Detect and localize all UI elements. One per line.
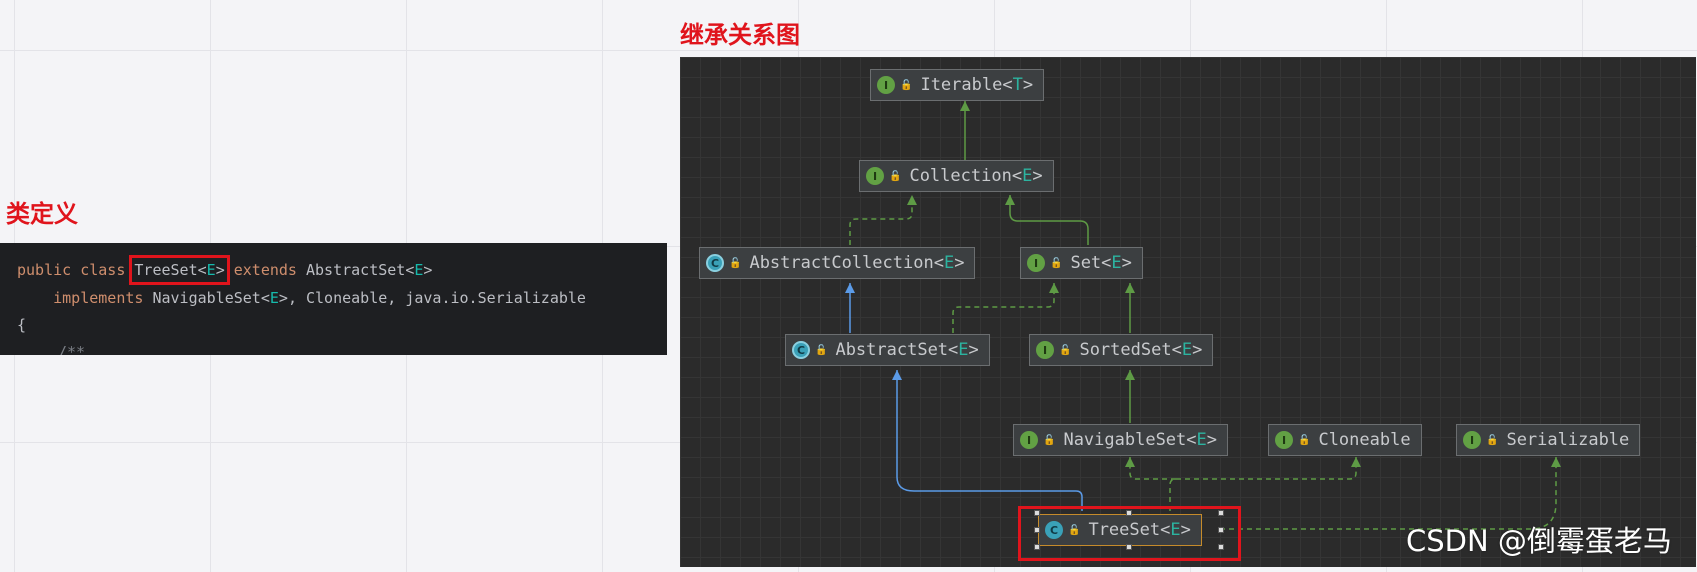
- generic-open: <: [197, 261, 207, 279]
- hierarchy-diagram: I 🔓 Iterable < T > I 🔓 Collection < E > C 🔓 Ab…: [680, 57, 1696, 567]
- edge-set-collection: [1005, 195, 1089, 245]
- node-name: Cloneable: [1318, 430, 1411, 450]
- node-cloneable[interactable]: I 🔓 Cloneable: [1268, 424, 1422, 456]
- superclass-name: AbstractSet: [306, 261, 406, 279]
- interface-icon: I: [877, 76, 895, 94]
- node-abstract-collection[interactable]: C 🔓 AbstractCollection < E >: [699, 247, 976, 279]
- edge-treeset-navigableset: [1125, 457, 1176, 480]
- code-line-3: {: [17, 316, 27, 334]
- access-lock-icon: 🔓: [1050, 257, 1063, 269]
- inheritance-diagram-heading: 继承关系图: [680, 21, 800, 49]
- implements-rest: , Cloneable, java.io.Serializable: [287, 289, 586, 307]
- navigableset-type-param: E: [269, 289, 279, 307]
- generic-close: >: [215, 261, 225, 279]
- class-name: TreeSet: [134, 261, 198, 279]
- interface-icon: I: [1036, 341, 1054, 359]
- edge-abstractcollection-collection: [849, 195, 917, 245]
- node-sorted-set[interactable]: I 🔓 SortedSet < E >: [1029, 334, 1214, 366]
- treeset-highlight: TreeSet<E>: [129, 255, 230, 285]
- csdn-watermark: CSDN @倒霉蛋老马: [1406, 524, 1672, 558]
- node-type-param: E: [1181, 340, 1193, 360]
- code-line-1: public class TreeSet<E> extends Abstract…: [17, 255, 433, 285]
- node-iterable[interactable]: I 🔓 Iterable < T >: [870, 69, 1045, 101]
- node-name: Set: [1070, 253, 1102, 273]
- node-name: Iterable: [920, 75, 1003, 95]
- interface-icon: I: [1027, 254, 1045, 272]
- superclass-type-param: E: [414, 261, 424, 279]
- node-navigable-set[interactable]: I 🔓 NavigableSet < E >: [1013, 424, 1229, 456]
- access-lock-icon: 🔓: [1486, 434, 1499, 446]
- node-name: Serializable: [1506, 430, 1630, 450]
- node-type-param: E: [943, 253, 955, 273]
- access-lock-icon: 🔓: [815, 344, 828, 356]
- node-collection[interactable]: I 🔓 Collection < E >: [859, 160, 1054, 192]
- node-type-param: E: [1022, 166, 1033, 186]
- abstract-class-icon: C: [792, 341, 810, 359]
- abstract-class-icon: C: [706, 254, 724, 272]
- class-definition-heading: 类定义: [6, 200, 78, 228]
- treeset-annotation-box: [1018, 506, 1241, 561]
- navigableset-ref: NavigableSet: [152, 289, 261, 307]
- edge-abstractset-set: [952, 283, 1059, 333]
- node-serializable[interactable]: I 🔓 Serializable: [1456, 424, 1641, 456]
- access-lock-icon: 🔓: [1043, 434, 1056, 446]
- node-name: SortedSet: [1079, 340, 1172, 360]
- keyword-extends: extends: [233, 261, 297, 279]
- access-lock-icon: 🔓: [729, 257, 742, 269]
- keyword-public: public: [17, 261, 72, 279]
- interface-icon: I: [1275, 431, 1293, 449]
- access-lock-icon: 🔓: [889, 170, 902, 182]
- node-name: Collection: [909, 166, 1012, 186]
- code-line-2: implements NavigableSet<E>, Cloneable, j…: [53, 289, 586, 307]
- access-lock-icon: 🔓: [1059, 344, 1072, 356]
- edge-treeset-cloneable: [1176, 457, 1361, 480]
- code-line-4: /**: [58, 343, 86, 355]
- keyword-class: class: [80, 261, 126, 279]
- node-set[interactable]: I 🔓 Set < E >: [1020, 247, 1143, 279]
- code-panel: public class TreeSet<E> extends Abstract…: [0, 243, 667, 355]
- node-abstract-set[interactable]: C 🔓 AbstractSet < E >: [785, 334, 990, 366]
- interface-icon: I: [1020, 431, 1038, 449]
- interface-icon: I: [1463, 431, 1481, 449]
- access-lock-icon: 🔓: [900, 79, 913, 91]
- node-type-param: T: [1012, 75, 1023, 95]
- node-name: NavigableSet: [1063, 430, 1187, 450]
- type-param: E: [206, 261, 216, 279]
- keyword-implements: implements: [53, 289, 144, 307]
- diagram-edges: [845, 101, 1561, 530]
- access-lock-icon: 🔓: [1298, 434, 1311, 446]
- node-type-param: E: [1111, 253, 1122, 273]
- node-name: AbstractCollection: [749, 253, 934, 273]
- node-type-param: E: [958, 340, 969, 360]
- node-type-param: E: [1196, 430, 1207, 450]
- node-name: AbstractSet: [835, 340, 949, 360]
- interface-icon: I: [866, 167, 884, 185]
